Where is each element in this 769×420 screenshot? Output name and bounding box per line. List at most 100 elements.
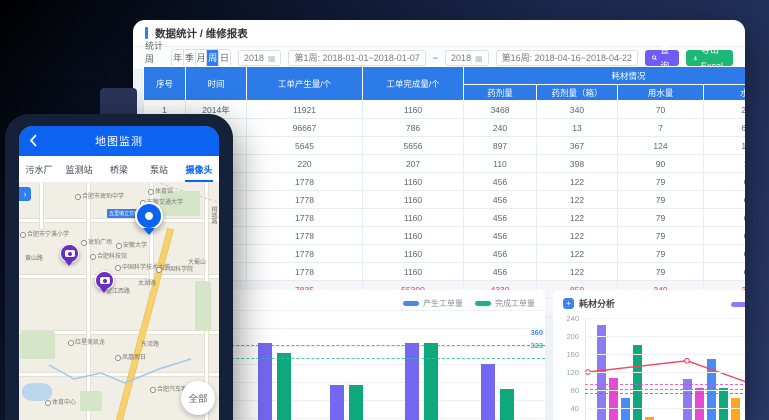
table-cell: 456 (464, 191, 537, 209)
table-cell: 456 (464, 173, 537, 191)
map-road (40, 183, 43, 229)
poi-marker-icon (68, 340, 74, 346)
consumable-chart-legend-swatch (731, 302, 745, 307)
legend-item: 产生工单量 (403, 298, 463, 309)
table-cell: 1160 (363, 101, 464, 119)
ytick-label: 80 (553, 386, 579, 395)
legend-swatch (403, 301, 419, 306)
camera-pin[interactable] (60, 244, 79, 263)
period-segmented: 年季月周日 (171, 49, 230, 67)
selected-camera-pin[interactable] (135, 202, 163, 230)
bar-产生工单量 (330, 385, 344, 420)
gridline (585, 318, 745, 319)
table-cell: 19 (704, 155, 746, 173)
tab-摄像头[interactable]: 摄像头 (179, 156, 219, 182)
table-cell: 79 (618, 245, 704, 263)
table-row: 52018年177811604561227967 (144, 173, 746, 191)
map-road (19, 275, 219, 278)
table-cell: 79 (618, 263, 704, 281)
export-excel-button[interactable]: 导出Excel (686, 50, 733, 66)
table-cell: 1160 (363, 173, 464, 191)
ytick-label: 120 (553, 368, 579, 377)
map-label: 合肥科技馆 (90, 254, 127, 260)
map-park (20, 331, 55, 359)
col-header-3: 工单完成量/个 (363, 67, 464, 101)
table-cell: 124 (618, 137, 704, 155)
period-option-季[interactable]: 季 (184, 50, 196, 66)
ytick-label: 200 (553, 332, 579, 341)
poi-marker-icon (75, 194, 81, 200)
table-cell: 207 (363, 155, 464, 173)
table-cell: 250 (704, 101, 746, 119)
table-row: 22015年96667786240137690 (144, 119, 746, 137)
table-row: 72018年177811604561227967 (144, 209, 746, 227)
period-option-周[interactable]: 周 (207, 50, 219, 66)
table-row: 42017年2202071103989019 (144, 155, 746, 173)
col-header-0: 序号 (144, 67, 186, 101)
back-icon[interactable] (29, 134, 37, 147)
camera-pin[interactable] (95, 271, 114, 290)
trend-line (585, 318, 745, 420)
table-cell: 7 (618, 119, 704, 137)
report-table-wrap: 序号时间工单产生量/个工单完成量/个耗材情况药剂量药剂量（箱）用水量水量1201… (143, 66, 745, 317)
consumable-chart-plot (585, 318, 745, 420)
tab-泵站[interactable]: 泵站 (139, 156, 179, 182)
show-all-button[interactable]: 全部 (181, 381, 215, 415)
map-label: 大蜀山 (188, 260, 206, 266)
period-option-月[interactable]: 月 (196, 50, 208, 66)
map-label: 桐城路 (210, 206, 216, 224)
year-to-select[interactable]: 2018▦ (445, 50, 489, 66)
phone-mockup: 地图监测 污水厂监测站桥梁泵站摄像头 (5, 114, 233, 420)
period-option-年[interactable]: 年 (172, 50, 184, 66)
poi-marker-icon (116, 243, 122, 249)
camera-icon (100, 277, 110, 284)
ytick-label: 240 (553, 314, 579, 323)
table-cell: 1778 (247, 209, 363, 227)
table-cell: 690 (704, 119, 746, 137)
year-from-select[interactable]: 2018▦ (238, 50, 282, 66)
table-cell: 67 (704, 245, 746, 263)
week-to-input[interactable]: 第16周: 2018-04-16~2018-04-22 (496, 50, 638, 66)
week-from-input[interactable]: 第1周: 2018-01-01~2018-01-07 (288, 50, 425, 66)
query-button[interactable]: 查询 (645, 50, 679, 66)
repair-report-table: 序号时间工单产生量/个工单完成量/个耗材情况药剂量药剂量（箱）用水量水量1201… (143, 66, 745, 317)
map-park (80, 391, 102, 411)
table-cell: 79 (618, 173, 704, 191)
map-lake (22, 383, 52, 401)
col-header-1: 时间 (186, 67, 247, 101)
phone-app-title: 地图监测 (95, 133, 143, 149)
table-cell: 13 (537, 119, 618, 137)
consumable-chart-card: + 耗材分析 2402001601208040 (553, 290, 745, 420)
tab-监测站[interactable]: 监测站 (59, 156, 99, 182)
gridline (585, 336, 745, 337)
map-road (87, 183, 90, 420)
table-cell: 79 (618, 191, 704, 209)
table-cell: 340 (537, 101, 618, 119)
map-expand-button[interactable]: › (19, 187, 31, 201)
tab-污水厂[interactable]: 污水厂 (19, 156, 59, 182)
download-icon (693, 54, 698, 62)
consumable-chart-title: 耗材分析 (579, 297, 615, 310)
poi-marker-icon (115, 265, 121, 271)
reference-label: 323 (530, 341, 543, 350)
map-view[interactable]: › 五里墩立交桥 全部 合肥市琥珀中学体育馆安徽交通大学桐城路合肥市宁溪小学黄山… (19, 183, 219, 420)
phone-app-header: 地图监测 (19, 126, 219, 156)
period-option-日[interactable]: 日 (219, 50, 230, 66)
map-label: 太湖路 (138, 281, 156, 287)
table-row: 62018年177811604561227967 (144, 191, 746, 209)
poi-marker-icon (81, 240, 87, 246)
table-row: 12014年119211160346834070250 (144, 101, 746, 119)
map-label: 中国科学院 (156, 267, 193, 273)
poi-marker-icon (45, 400, 51, 406)
map-label: 体育馆 (148, 189, 173, 195)
table-cell: 1160 (363, 191, 464, 209)
poi-marker-icon (148, 189, 154, 195)
table-cell: 79 (618, 209, 704, 227)
search-icon (652, 54, 657, 62)
chart-icon: + (563, 298, 574, 309)
table-cell: 1160 (363, 263, 464, 281)
screenshot-stage: 数据统计 / 维修报表 统计周期: 年季月周日 2018▦ 第1周: 2018-… (0, 0, 769, 420)
table-cell: 11921 (247, 101, 363, 119)
tab-桥梁[interactable]: 桥梁 (99, 156, 139, 182)
sub-header-0: 药剂量 (464, 85, 537, 101)
